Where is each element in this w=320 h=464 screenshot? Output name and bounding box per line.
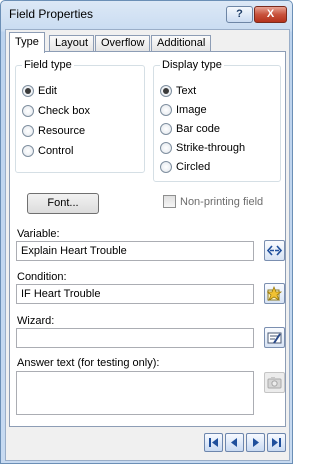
radio-text-label: Text [176,85,197,97]
help-button[interactable]: ? [226,6,253,23]
radio-bar-code[interactable]: Bar code [160,122,220,136]
condition-wand-icon [267,286,282,301]
answer-text-label: Answer text (for testing only): [17,357,160,369]
radio-resource[interactable]: Resource [22,124,85,138]
last-record-button[interactable] [267,433,286,452]
radio-control[interactable]: Control [22,144,73,158]
wizard-button[interactable] [264,327,285,348]
condition-label: Condition: [17,271,67,283]
dialog-client: Type Layout Overflow Additional Field ty… [5,29,290,461]
radio-image[interactable]: Image [160,103,207,117]
previous-record-icon [231,438,237,447]
variable-label: Variable: [17,228,60,240]
radio-bar-code-label: Bar code [176,123,221,135]
wizard-label: Wizard: [17,315,55,327]
non-printing-checkbox[interactable]: Non-printing field [163,195,263,208]
window-title: Field Properties [9,7,94,21]
condition-input[interactable]: IF Heart Trouble [16,284,254,304]
close-button[interactable]: X [254,6,287,23]
variable-input[interactable]: Explain Heart Trouble [16,241,254,261]
radio-unselected-icon [22,145,34,157]
radio-circled[interactable]: Circled [160,160,210,174]
radio-check-box-label: Check box [38,105,90,117]
answer-text-input[interactable] [16,371,254,415]
next-record-icon [253,438,259,447]
camera-icon [267,377,282,389]
radio-text[interactable]: Text [160,84,196,98]
radio-selected-icon [22,85,34,97]
radio-selected-icon [160,85,172,97]
radio-resource-label: Resource [38,125,86,137]
wizard-input[interactable] [16,328,254,348]
field-type-group: Field type Edit Check box Resource Contr… [15,59,145,173]
field-type-title: Field type [22,59,74,71]
display-type-group: Display type Text Image Bar code Strike-… [153,59,281,182]
radio-unselected-icon [160,161,172,173]
next-record-button[interactable] [246,433,265,452]
answer-text-button [264,372,285,393]
variable-button[interactable] [264,240,285,261]
field-properties-window: Field Properties ? X Type Layout Overflo… [0,0,293,464]
last-record-icon [272,438,281,447]
radio-strike-through[interactable]: Strike-through [160,141,245,155]
checkbox-box [163,195,176,208]
condition-button[interactable] [264,283,285,304]
radio-unselected-icon [22,125,34,137]
radio-unselected-icon [160,123,172,135]
radio-unselected-icon [160,104,172,116]
radio-edit-label: Edit [38,85,57,97]
tab-layout[interactable]: Layout [49,35,95,52]
double-arrow-icon [267,245,282,256]
radio-control-label: Control [38,145,74,157]
tab-type[interactable]: Type [9,32,45,53]
previous-record-button[interactable] [225,433,244,452]
radio-circled-label: Circled [176,161,211,173]
radio-unselected-icon [22,105,34,117]
non-printing-label: Non-printing field [180,195,264,208]
tab-additional[interactable]: Additional [151,35,212,52]
tab-overflow[interactable]: Overflow [95,35,151,52]
radio-edit[interactable]: Edit [22,84,57,98]
font-button[interactable]: Font... [27,193,99,214]
wizard-edit-icon [267,332,282,344]
first-record-button[interactable] [204,433,223,452]
first-record-icon [209,438,218,447]
radio-check-box[interactable]: Check box [22,104,90,118]
radio-strike-through-label: Strike-through [176,142,246,154]
display-type-title: Display type [160,59,224,71]
type-tab-panel: Field type Edit Check box Resource Contr… [9,51,286,427]
radio-unselected-icon [160,142,172,154]
radio-image-label: Image [176,104,207,116]
